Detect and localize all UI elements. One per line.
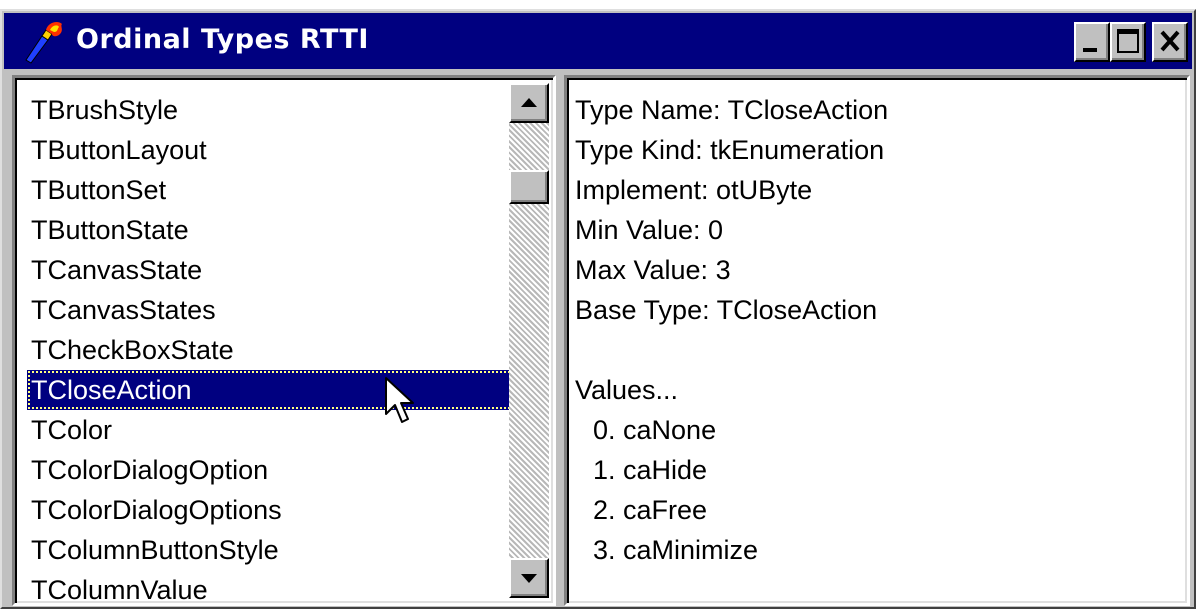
torch-icon: [25, 22, 62, 64]
base-type-text: Base Type: TCloseAction: [575, 295, 878, 325]
list-scrollbar[interactable]: [509, 83, 549, 598]
type-name-text: Type Name: TCloseAction: [575, 95, 889, 125]
value-item: 3. caMinimize: [593, 535, 759, 565]
close-button[interactable]: [1152, 22, 1188, 62]
scroll-up-icon: [521, 98, 537, 107]
list-item[interactable]: TCheckBoxState: [27, 330, 519, 370]
scroll-thumb[interactable]: [509, 170, 549, 204]
implement-text: Implement: otUByte: [575, 175, 813, 205]
type-info-panel: Type Name: TCloseAction Type Kind: tkEnu…: [564, 75, 1190, 606]
list-item[interactable]: TButtonLayout: [27, 130, 519, 170]
list-item[interactable]: TColorDialogOption: [27, 450, 519, 490]
value-item: 0. caNone: [593, 415, 717, 445]
mouse-pointer-icon: [385, 377, 414, 423]
type-kind-text: Type Kind: tkEnumeration: [575, 135, 885, 165]
app-window: Ordinal Types RTTI TBrushStyle TButtonLa…: [0, 9, 1196, 609]
values-header: Values...: [575, 375, 679, 405]
value-item: 1. caHide: [593, 455, 708, 485]
window-title: Ordinal Types RTTI: [76, 24, 369, 55]
minimize-button[interactable]: [1074, 22, 1110, 62]
list-item-selected[interactable]: TCloseAction: [27, 370, 519, 410]
type-list-box[interactable]: TBrushStyle TButtonLayout TButtonSet TBu…: [12, 75, 556, 606]
type-info: Type Name: TCloseAction Type Kind: tkEnu…: [575, 90, 888, 570]
scroll-up-button[interactable]: [509, 83, 549, 123]
scroll-down-button[interactable]: [509, 558, 549, 598]
list-item[interactable]: TCanvasStates: [27, 290, 519, 330]
minimize-icon: [1083, 48, 1097, 52]
close-icon: [1160, 30, 1180, 52]
list-item[interactable]: TCanvasState: [27, 250, 519, 290]
min-value-text: Min Value: 0: [575, 215, 724, 245]
title-bar[interactable]: Ordinal Types RTTI: [4, 13, 1192, 69]
maximize-button[interactable]: [1110, 22, 1146, 62]
type-list[interactable]: TBrushStyle TButtonLayout TButtonSet TBu…: [27, 90, 519, 610]
list-item[interactable]: TBrushStyle: [27, 90, 519, 130]
list-item[interactable]: TButtonSet: [27, 170, 519, 210]
list-item[interactable]: TColorDialogOptions: [27, 490, 519, 530]
maximize-icon: [1117, 29, 1139, 53]
list-item[interactable]: TColumnValue: [27, 570, 519, 610]
max-value-text: Max Value: 3: [575, 255, 731, 285]
list-item[interactable]: TColor: [27, 410, 519, 450]
value-item: 2. caFree: [593, 495, 708, 525]
list-item[interactable]: TButtonState: [27, 210, 519, 250]
list-item[interactable]: TColumnButtonStyle: [27, 530, 519, 570]
scroll-down-icon: [521, 574, 537, 583]
